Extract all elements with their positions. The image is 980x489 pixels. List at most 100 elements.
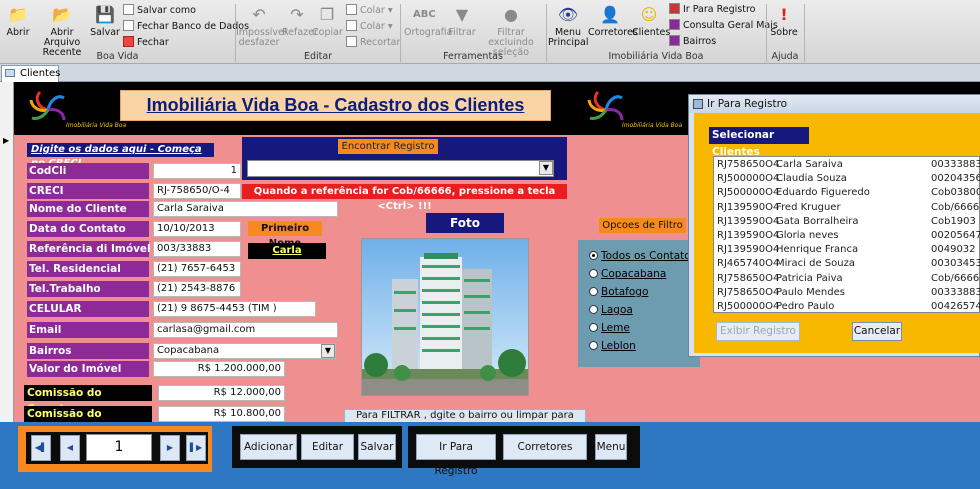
- filter-botafogo[interactable]: Botafogo: [589, 285, 648, 299]
- filtrar-button[interactable]: ▼ Filtrar: [446, 4, 478, 38]
- comissao-corretos-field[interactable]: R$ 12.000,00: [158, 385, 285, 401]
- codcli-field[interactable]: 1: [153, 163, 241, 179]
- encontrar-registro-combo[interactable]: [247, 160, 554, 177]
- colar-button[interactable]: Colar ▾: [346, 4, 393, 17]
- ir-para-registro-button[interactable]: Ir Para Registro: [416, 434, 496, 477]
- warning-banner: Quando a referência for Cob/66666, press…: [242, 184, 567, 212]
- label-comissao-opcionista: Comissão do Opcionista: [24, 406, 152, 436]
- sobre-button[interactable]: ! Sobre: [768, 4, 800, 38]
- list-item[interactable]: RJ139590O4 Henrique Franca 0049032: [714, 243, 979, 256]
- list-item[interactable]: RJ758650O4 Patricia Paiva Cob/6666: [714, 272, 979, 285]
- referencia-field[interactable]: 003/33883: [153, 241, 241, 257]
- corretores-button[interactable]: Corretores: [503, 434, 587, 460]
- list-item[interactable]: RJ139590O4 Gata Borralheira Cob1903: [714, 215, 979, 228]
- group-imobiliaria: Imobiliária Vida Boa: [608, 51, 704, 62]
- bairros-ribbon[interactable]: Bairros: [669, 35, 716, 48]
- nome-field[interactable]: Carla Saraiva: [153, 201, 338, 217]
- colar-formato-button[interactable]: Colar ▾: [346, 20, 393, 33]
- list-cell-creci: RJ139590O4: [717, 230, 780, 241]
- bairros-select[interactable]: Copacabana: [153, 343, 336, 359]
- adicionar-button[interactable]: Adicionar: [240, 434, 297, 460]
- copiar-button[interactable]: ❐ Copiar: [312, 4, 343, 38]
- label-nome: Nome do Cliente: [27, 201, 149, 217]
- list-cell-referencia: Cob/6666: [931, 201, 980, 213]
- email-field[interactable]: carlasa@gmail.com: [153, 322, 338, 338]
- filter-todos[interactable]: Todos os Contatos: [589, 249, 696, 263]
- list-item[interactable]: RJ500000O4 Claudia Souza 00204356: [714, 172, 980, 185]
- label-tel-residencial: Tel. Residencial: [27, 261, 149, 277]
- desfazer-button[interactable]: ↶ Impossível desfazer: [236, 4, 287, 48]
- prev-record-icon[interactable]: ◀: [60, 435, 80, 461]
- filter-exclude-icon: ●: [504, 5, 518, 24]
- chevron-down-icon[interactable]: ▼: [539, 161, 553, 175]
- creci-field[interactable]: RJ-758650/O-4: [153, 183, 241, 199]
- chevron-down-icon[interactable]: ▼: [321, 344, 335, 358]
- fechar-banco-button[interactable]: Fechar Banco de Dados: [123, 20, 249, 33]
- tel-trabalho-field[interactable]: (21) 2543-8876: [153, 281, 241, 297]
- list-item[interactable]: RJ500000O4 Eduardo Figueredo Cob03800: [714, 186, 980, 199]
- exibir-registro-button[interactable]: Exibir Registro: [716, 322, 800, 341]
- next-record-icon[interactable]: ▶: [160, 435, 180, 461]
- abrir-button[interactable]: 📁 Abrir: [2, 4, 34, 38]
- record-pointer-icon: ▶: [3, 136, 10, 145]
- exclamation-icon: !: [780, 5, 788, 24]
- last-record-icon[interactable]: ▌▶: [186, 435, 206, 461]
- cancelar-button[interactable]: Cancelar: [852, 322, 902, 341]
- list-cell-referencia: 0049032: [931, 244, 976, 256]
- clientes-ribbon-button[interactable]: ☺ Clientes: [632, 4, 670, 38]
- logo-right: [587, 90, 624, 121]
- comissao-opcionista-field[interactable]: R$ 10.800,00: [158, 406, 285, 422]
- record-number-field[interactable]: 1: [86, 434, 152, 461]
- filtrar-excluindo-button[interactable]: ● Filtrar excluindo seleção: [478, 4, 544, 58]
- radio-icon: [589, 287, 598, 296]
- tel-residencial-field[interactable]: (21) 7657-6453: [153, 261, 241, 277]
- menu-principal-button[interactable]: 👁 Menu Principal: [548, 4, 588, 48]
- consulta-geral-ribbon[interactable]: Consulta Geral Mais: [669, 19, 778, 32]
- ir-para-registro-ribbon[interactable]: Ir Para Registro: [669, 3, 755, 16]
- primeiro-nome-value: Carla: [248, 243, 326, 259]
- recortar-button[interactable]: Recortar: [346, 36, 400, 49]
- filter-leblon[interactable]: Leblon: [589, 339, 636, 353]
- dialog-window-icon: [693, 99, 703, 109]
- group-ferramentas: Ferramentas: [443, 51, 503, 62]
- filter-lagoa[interactable]: Lagoa: [589, 303, 633, 317]
- refazer-button[interactable]: ↷ Refazer: [282, 4, 318, 38]
- filter-leme[interactable]: Leme: [589, 321, 630, 335]
- label-tel-trabalho: Tel.Trabalho: [27, 281, 149, 297]
- encontrar-registro-label: Encontrar Registro: [338, 139, 438, 154]
- goto-icon: [669, 3, 680, 14]
- list-cell-referencia: 00303453: [931, 258, 980, 270]
- list-cell-referencia: 00333883: [931, 159, 980, 170]
- list-cell-referencia: Cob/6666: [931, 272, 980, 284]
- list-item[interactable]: RJ500000O4 Pedro Paulo 00426574: [714, 300, 980, 313]
- list-cell-creci: RJ465740O4: [717, 258, 780, 270]
- list-item[interactable]: RJ758650O4 Paulo Mendes 00333883: [714, 286, 980, 299]
- ortografia-button[interactable]: ABC Ortografia: [404, 4, 452, 38]
- first-record-icon[interactable]: ◀▌: [31, 435, 51, 461]
- data-contato-field[interactable]: 10/10/2013: [153, 221, 241, 237]
- list-item[interactable]: RJ465740O4 Miraci de Souza 00303453: [714, 257, 980, 270]
- list-item[interactable]: RJ758650O4 Carla Saraiva 00333883: [714, 158, 980, 171]
- filter-hint-button[interactable]: Para FILTRAR , dgite o bairro ou limpar …: [344, 409, 586, 433]
- list-cell-nome: Miraci de Souza: [776, 258, 855, 270]
- filter-copacabana[interactable]: Copacabana: [589, 267, 666, 281]
- salvar-como-button[interactable]: Salvar como: [123, 4, 196, 17]
- valor-imovel-field[interactable]: R$ 1.200.000,00: [153, 361, 285, 377]
- list-cell-referencia: Cob03800: [931, 187, 980, 199]
- menu-button[interactable]: Menu: [595, 434, 627, 460]
- record-selector[interactable]: [0, 82, 14, 422]
- list-item[interactable]: RJ139590O4 Fred Kruguer Cob/6666: [714, 201, 979, 214]
- list-cell-nome: Paulo Mendes: [776, 286, 845, 298]
- salvar-form-button[interactable]: Salvar: [358, 434, 396, 460]
- celular-field[interactable]: (21) 9 8675-4453 (TIM ): [153, 301, 316, 317]
- salvar-button[interactable]: 💾 Salvar: [90, 4, 120, 38]
- editar-button[interactable]: Editar: [301, 434, 354, 460]
- abrir-recente-button[interactable]: 📂 Abrir Arquivo Recente: [34, 4, 90, 58]
- ribbon: 📁 Abrir 📂 Abrir Arquivo Recente 💾 Salvar Sa…: [0, 0, 980, 64]
- fechar-button[interactable]: Fechar: [123, 36, 169, 49]
- corretores-ribbon-button[interactable]: 👤 Corretores: [588, 4, 638, 38]
- list-item[interactable]: RJ139590O4 Gloria neves 00205647: [714, 229, 980, 242]
- spellcheck-icon: ABC: [413, 9, 436, 20]
- list-cell-nome: Pedro Paulo: [776, 301, 835, 312]
- label-referencia: Referência di Imóvel: [27, 241, 151, 257]
